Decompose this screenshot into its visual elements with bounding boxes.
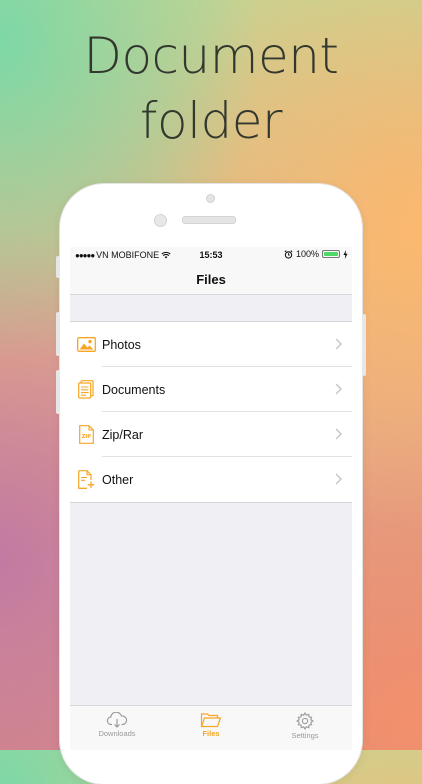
tab-bar: Downloads Files Settings <box>70 705 352 750</box>
charging-bolt-icon <box>343 249 348 259</box>
list-item-label: Documents <box>102 382 166 397</box>
tab-label: Downloads <box>98 729 136 738</box>
svg-text:ZIP: ZIP <box>81 434 90 440</box>
chevron-right-icon <box>335 337 342 355</box>
chevron-right-icon <box>335 427 342 445</box>
phone-frame: ●●●●● VN MOBIFONE 15:53 100% Files Photo… <box>56 184 366 784</box>
gear-icon <box>296 712 314 730</box>
tab-label: Settings <box>291 731 319 740</box>
mute-switch <box>56 256 60 278</box>
earpiece-speaker <box>182 216 236 224</box>
list-item-label: Zip/Rar <box>102 427 143 442</box>
navigation-bar: Files <box>70 263 352 295</box>
list-item-other[interactable]: Other <box>70 457 352 502</box>
list-item-label: Photos <box>102 337 141 352</box>
folder-icon <box>200 713 222 728</box>
list-item-zip-rar[interactable]: ZIP Zip/Rar <box>70 412 352 457</box>
list-item-label: Other <box>102 472 134 487</box>
headline-line-1: Document <box>83 27 339 85</box>
list-item-documents[interactable]: Documents <box>70 367 352 412</box>
app-screen: ●●●●● VN MOBIFONE 15:53 100% Files Photo… <box>70 247 352 750</box>
file-category-list: Photos Documents ZIP Zip/Rar Other <box>70 321 352 503</box>
headline-line-2: folder <box>139 92 283 150</box>
battery-percent: 100% <box>295 249 319 259</box>
headline: Document folder <box>0 24 422 154</box>
proximity-sensor <box>206 194 215 203</box>
status-bar: ●●●●● VN MOBIFONE 15:53 100% <box>70 247 352 263</box>
photo-icon <box>76 335 96 355</box>
battery-level <box>324 252 338 256</box>
tab-downloads[interactable]: Downloads <box>70 706 164 750</box>
tab-settings[interactable]: Settings <box>258 706 352 750</box>
zip-icon: ZIP <box>76 425 96 445</box>
power-button <box>362 314 366 376</box>
page-title: Files <box>196 272 226 287</box>
document-icon <box>76 380 96 400</box>
chevron-right-icon <box>335 472 342 490</box>
cloud-download-icon <box>106 712 128 728</box>
tab-files[interactable]: Files <box>164 706 258 750</box>
chevron-right-icon <box>335 382 342 400</box>
other-file-icon <box>76 470 96 490</box>
front-camera <box>154 214 167 227</box>
volume-up-button <box>56 312 60 356</box>
volume-down-button <box>56 370 60 414</box>
tab-label: Files <box>202 729 220 738</box>
list-item-photos[interactable]: Photos <box>70 322 352 367</box>
battery-icon <box>322 250 340 258</box>
alarm-icon <box>284 249 293 259</box>
